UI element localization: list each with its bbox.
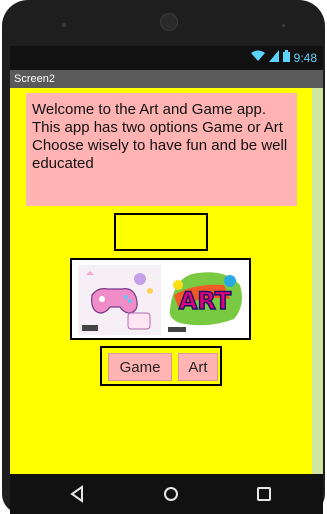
art-image: ART	[164, 265, 247, 335]
empty-label-box	[114, 213, 208, 251]
navigation-bar	[10, 474, 323, 514]
screen-title: Screen2	[14, 73, 55, 85]
home-icon[interactable]	[159, 482, 183, 511]
wifi-icon	[250, 50, 265, 65]
back-icon[interactable]	[66, 482, 90, 511]
welcome-label: Welcome to the Art and Game app. This ap…	[26, 93, 297, 206]
status-bar: 9:48	[10, 46, 323, 70]
status-icons: 9:48	[250, 50, 317, 65]
screen-content[interactable]: Welcome to the Art and Game app. This ap…	[10, 88, 323, 474]
game-button[interactable]: Game	[108, 353, 172, 381]
button-arrangement: Game Art	[100, 346, 222, 386]
battery-icon	[282, 50, 290, 65]
title-bar: Screen2	[10, 70, 323, 88]
status-time: 9:48	[293, 50, 317, 65]
signal-icon	[268, 50, 279, 65]
image-arrangement: ART	[70, 258, 251, 340]
recent-apps-icon[interactable]	[252, 482, 276, 511]
svg-text:ART: ART	[179, 287, 232, 315]
scrollbar[interactable]	[312, 88, 323, 474]
art-button[interactable]: Art	[178, 353, 218, 381]
front-camera	[160, 13, 178, 31]
phone-frame: 9:48 Screen2 Welcome to the Art and Game…	[0, 0, 327, 514]
proximity-sensor	[282, 24, 285, 27]
front-sensor	[62, 23, 66, 27]
game-image	[78, 265, 161, 335]
